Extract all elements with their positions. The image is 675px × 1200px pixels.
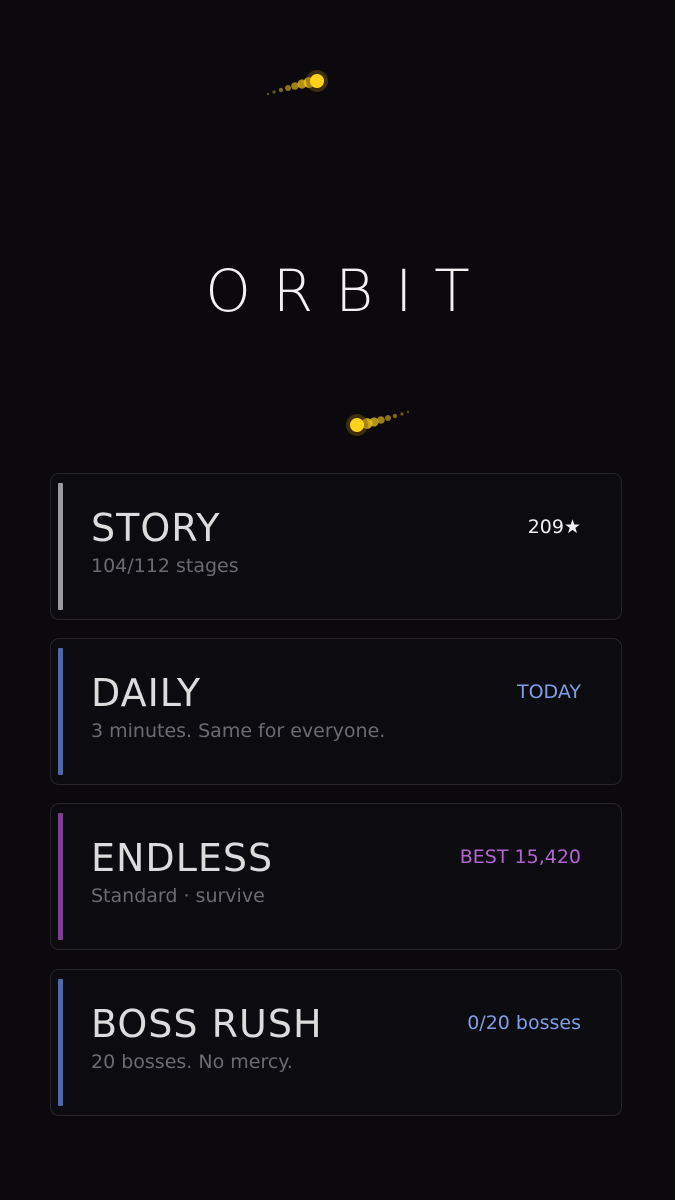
mode-stat-today: TODAY — [517, 681, 581, 703]
mode-description: Standard · survive — [91, 885, 265, 907]
mode-stat-bosses: 0/20 bosses — [467, 1012, 581, 1034]
mode-accent-bar — [58, 648, 63, 775]
mode-stat-stars: 209★ — [527, 516, 581, 538]
mode-card-story[interactable]: STORY 104/112 stages 209★ — [50, 473, 622, 620]
mode-card-endless[interactable]: ENDLESS Standard · survive BEST 15,420 — [50, 803, 622, 950]
mode-description: 3 minutes. Same for everyone. — [91, 720, 386, 742]
mode-description: 104/112 stages — [91, 555, 239, 577]
mode-card-boss-rush[interactable]: BOSS RUSH 20 bosses. No mercy. 0/20 boss… — [50, 969, 622, 1116]
mode-stat-best-score: BEST 15,420 — [459, 846, 581, 868]
mode-accent-bar — [58, 979, 63, 1106]
mode-card-daily[interactable]: DAILY 3 minutes. Same for everyone. TODA… — [50, 638, 622, 785]
mode-name: DAILY — [91, 671, 202, 715]
mode-accent-bar — [58, 813, 63, 940]
game-title: ORBIT — [205, 256, 492, 325]
mode-name: BOSS RUSH — [91, 1002, 323, 1046]
mode-description: 20 bosses. No mercy. — [91, 1051, 293, 1073]
mode-name: STORY — [91, 506, 221, 550]
comet-decoration-bottom — [346, 410, 410, 436]
mode-name: ENDLESS — [91, 836, 274, 880]
mode-accent-bar — [58, 483, 63, 610]
comet-decoration-top — [266, 70, 328, 96]
